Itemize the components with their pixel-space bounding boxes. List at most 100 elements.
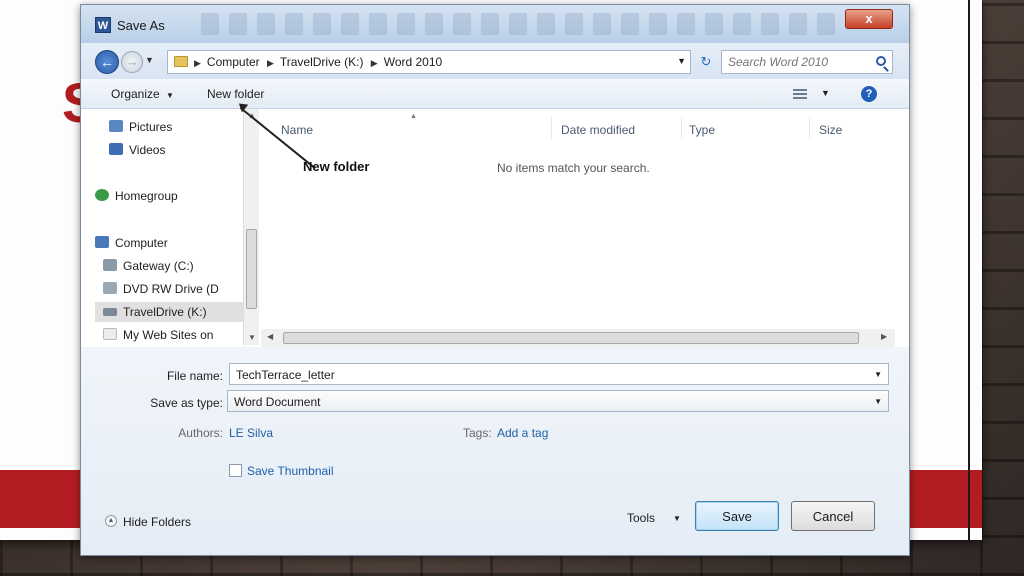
- refresh-button[interactable]: ↻: [695, 51, 717, 73]
- nav-item-label: Pictures: [129, 120, 173, 134]
- search-box[interactable]: [721, 50, 893, 74]
- chevron-right-icon[interactable]: ▶: [371, 58, 378, 68]
- chevron-right-icon[interactable]: ▶: [267, 58, 274, 68]
- column-divider[interactable]: [551, 117, 552, 139]
- close-button[interactable]: x: [845, 9, 893, 29]
- nav-item-label: Gateway (C:): [123, 259, 194, 273]
- forward-button[interactable]: →: [121, 51, 143, 73]
- scroll-down-icon[interactable]: ▼: [248, 333, 256, 342]
- navigation-pane: Pictures Videos Homegroup Computer Gatew…: [95, 109, 259, 345]
- chevron-down-icon[interactable]: ▼: [821, 88, 830, 98]
- breadcrumb-path: ▶ Computer ▶ TravelDrive (K:) ▶ Word 2010: [194, 55, 446, 69]
- ribbon-background-ghost: [201, 13, 841, 35]
- scroll-right-icon[interactable]: ▶: [881, 332, 887, 341]
- web-folder-icon: [103, 328, 117, 340]
- homegroup-icon: [95, 189, 109, 201]
- nav-item-label: Computer: [115, 236, 168, 250]
- nav-item-label: DVD RW Drive (D: [123, 282, 219, 296]
- file-name-field[interactable]: TechTerrace_letter ▼: [229, 363, 889, 385]
- navigation-pane-scrollbar[interactable]: ▲ ▼: [243, 109, 259, 345]
- drive-icon: [103, 259, 117, 271]
- column-header-size[interactable]: Size: [819, 123, 842, 137]
- breadcrumb-computer[interactable]: Computer: [207, 55, 260, 69]
- chevron-down-icon[interactable]: ▼: [673, 514, 681, 523]
- sort-indicator-icon: ▲: [410, 113, 417, 120]
- new-folder-button[interactable]: New folder: [207, 87, 264, 101]
- dvd-drive-icon: [103, 282, 117, 294]
- file-name-value: TechTerrace_letter: [236, 368, 335, 382]
- file-list-horizontal-scrollbar[interactable]: ◀ ▶: [261, 329, 895, 347]
- nav-item-computer[interactable]: Computer: [95, 233, 245, 253]
- help-icon[interactable]: ?: [861, 86, 877, 102]
- dialog-title: Save As: [117, 18, 165, 33]
- authors-label: Authors:: [178, 426, 223, 440]
- column-header-name[interactable]: Name: [281, 123, 313, 137]
- title-bar: W Save As x: [81, 5, 909, 43]
- nav-item-homegroup[interactable]: Homegroup: [95, 186, 245, 206]
- slide-decorative-line-lower: [968, 470, 970, 528]
- breadcrumb[interactable]: ▶ Computer ▶ TravelDrive (K:) ▶ Word 2010 ▼: [167, 50, 691, 74]
- annotation-label: New folder: [303, 159, 370, 174]
- nav-item-label: Homegroup: [115, 189, 178, 203]
- videos-icon: [109, 143, 123, 155]
- search-input[interactable]: [728, 54, 868, 70]
- breadcrumb-traveldrive[interactable]: TravelDrive (K:): [280, 55, 364, 69]
- save-thumbnail-checkbox[interactable]: [229, 464, 242, 477]
- computer-icon: [95, 236, 109, 248]
- scrollbar-thumb[interactable]: [283, 332, 859, 344]
- save-thumbnail-label[interactable]: Save Thumbnail: [247, 464, 334, 478]
- chevron-down-icon[interactable]: ▼: [874, 370, 882, 379]
- tags-input[interactable]: Add a tag: [497, 426, 548, 440]
- arrow-right-icon: →: [125, 54, 139, 69]
- chevron-right-icon[interactable]: ▶: [194, 58, 201, 68]
- nav-item-dvd-drive[interactable]: DVD RW Drive (D: [103, 279, 253, 299]
- nav-item-traveldrive[interactable]: TravelDrive (K:): [95, 302, 255, 322]
- column-header-type[interactable]: Type: [689, 123, 715, 137]
- nav-item-label: Videos: [129, 143, 166, 157]
- save-button[interactable]: Save: [695, 501, 779, 531]
- hide-folders-icon[interactable]: ▲: [105, 515, 117, 527]
- file-list[interactable]: ▲ Name Date modified Type Size No items …: [261, 109, 895, 329]
- recent-locations-dropdown[interactable]: ▼: [145, 55, 154, 65]
- usb-drive-icon: [103, 308, 117, 316]
- save-as-type-label: Save as type:: [150, 396, 223, 410]
- nav-item-label: TravelDrive (K:): [123, 305, 207, 319]
- scroll-left-icon[interactable]: ◀: [267, 332, 273, 341]
- view-options-icon[interactable]: [793, 88, 807, 99]
- empty-folder-message: No items match your search.: [497, 161, 650, 175]
- folder-icon: [174, 56, 188, 67]
- slide-decorative-line: [968, 0, 970, 540]
- authors-value[interactable]: LE Silva: [229, 426, 273, 440]
- nav-item-gateway-c[interactable]: Gateway (C:): [103, 256, 253, 276]
- save-as-type-select[interactable]: Word Document ▼: [227, 390, 889, 412]
- nav-item-pictures[interactable]: Pictures: [109, 117, 259, 137]
- organize-menu[interactable]: Organize ▼: [111, 87, 174, 101]
- command-toolbar: Organize ▼ New folder ▼ ?: [81, 79, 909, 109]
- nav-item-my-web-sites[interactable]: My Web Sites on: [103, 325, 253, 345]
- save-options-panel: File name: TechTerrace_letter ▼ Save as …: [81, 347, 909, 555]
- chevron-down-icon[interactable]: ▼: [677, 56, 686, 66]
- chevron-down-icon[interactable]: ▼: [874, 397, 882, 406]
- hide-folders-button[interactable]: Hide Folders: [123, 515, 191, 529]
- scrollbar-thumb[interactable]: [246, 229, 257, 309]
- column-divider[interactable]: [681, 117, 682, 139]
- column-header-date-modified[interactable]: Date modified: [561, 123, 635, 137]
- file-name-label: File name:: [166, 369, 223, 383]
- tools-menu[interactable]: Tools: [627, 511, 655, 525]
- back-button[interactable]: ←: [95, 50, 119, 74]
- word-app-icon: W: [95, 17, 111, 33]
- save-as-type-value: Word Document: [234, 395, 321, 409]
- address-bar: ← → ▼ ▶ Computer ▶ TravelDrive (K:) ▶ Word …: [81, 43, 909, 79]
- arrow-left-icon: ←: [100, 54, 114, 70]
- nav-item-label: My Web Sites on: [123, 328, 214, 342]
- cancel-button[interactable]: Cancel: [791, 501, 875, 531]
- chevron-down-icon: ▼: [166, 91, 174, 100]
- column-divider[interactable]: [809, 117, 810, 139]
- search-icon[interactable]: [876, 56, 886, 66]
- nav-item-videos[interactable]: Videos: [109, 140, 259, 160]
- tags-label: Tags:: [463, 426, 492, 440]
- pictures-icon: [109, 120, 123, 132]
- save-as-dialog: W Save As x ← → ▼ ▶ Computer ▶ TravelDrive…: [80, 4, 910, 556]
- organize-label: Organize: [111, 87, 160, 101]
- breadcrumb-word-2010[interactable]: Word 2010: [384, 55, 442, 69]
